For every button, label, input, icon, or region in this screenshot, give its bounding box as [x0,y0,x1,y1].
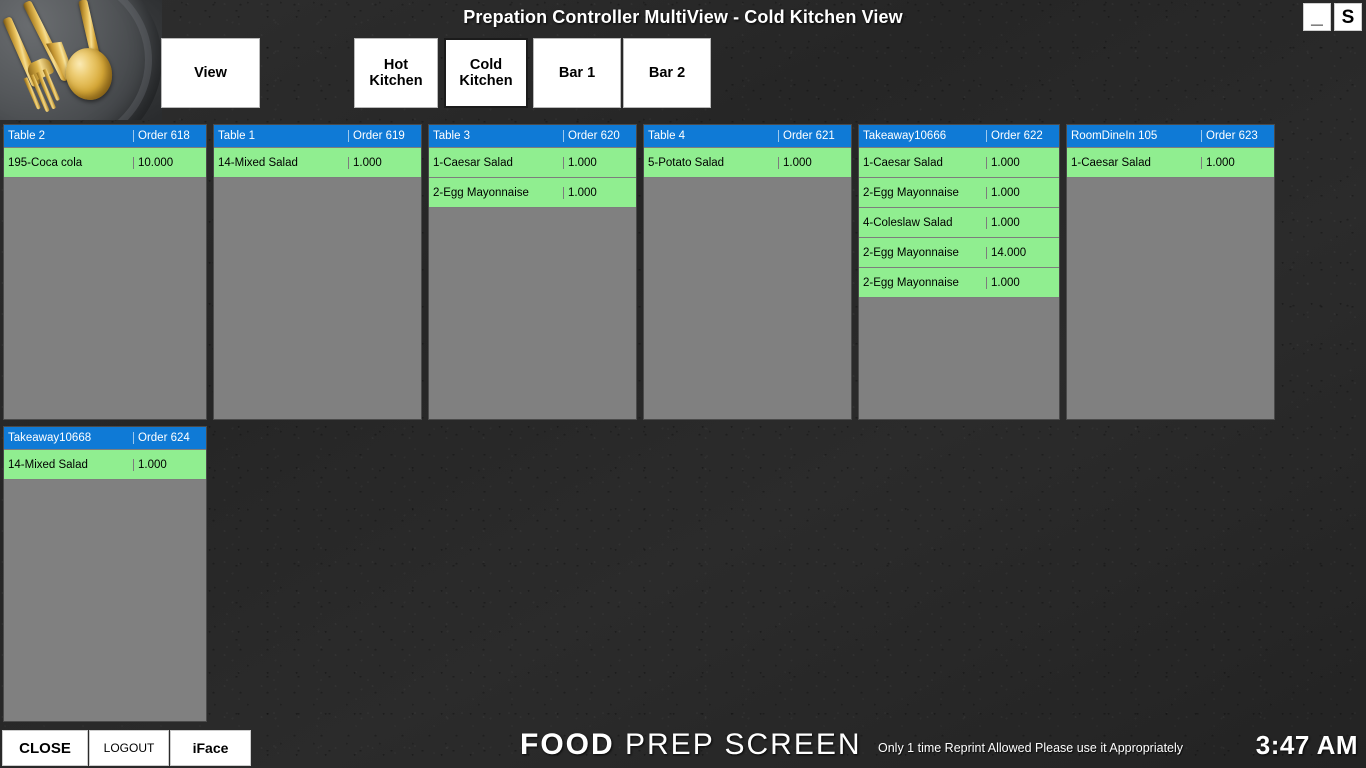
iface-button[interactable]: iFace [170,730,251,766]
order-item-qty: 1.000 [986,156,1059,169]
order-number-label: Order 623 [1201,130,1274,142]
order-card-filler [4,178,206,419]
order-number-label: Order 621 [778,130,851,142]
brand-light-text: PREP SCREEN [614,728,862,761]
order-item-row[interactable]: 4-Coleslaw Salad 1.000 [859,208,1059,238]
order-item-qty: 1.000 [986,276,1059,289]
order-card-grid: Table 2 Order 618 195-Coca cola 10.000 Table… [3,124,1363,722]
footer-bar: CLOSE LOGOUT iFace FOOD PREP SCREEN Only… [0,724,1366,768]
order-number-label: Order 624 [133,432,206,444]
order-number-label: Order 622 [986,130,1059,142]
logout-button[interactable]: LOGOUT [89,730,169,766]
order-number-label: Order 618 [133,130,206,142]
clock: 3:47 AM [1255,730,1358,760]
order-card[interactable]: Table 1 Order 619 14-Mixed Salad 1.000 [213,124,422,420]
order-item-row[interactable]: 5-Potato Salad 1.000 [644,148,851,178]
tab-bar-1[interactable]: Bar 1 [533,38,621,108]
tab-cold-kitchen[interactable]: Cold Kitchen [444,38,528,108]
order-card-header: Takeaway10668 Order 624 [4,427,206,450]
order-item-qty: 1.000 [778,156,851,169]
order-item-qty: 1.000 [133,458,206,471]
order-card[interactable]: RoomDineIn 105 Order 623 1-Caesar Salad 1.0… [1066,124,1275,420]
brand-strong-text: FOOD [520,728,615,761]
order-item-row[interactable]: 195-Coca cola 10.000 [4,148,206,178]
order-card-header: Table 3 Order 620 [429,125,636,148]
order-card-filler [429,208,636,419]
reprint-notice: Only 1 time Reprint Allowed Please use i… [878,741,1184,755]
order-item-qty: 10.000 [133,156,206,169]
order-item-name: 2-Egg Mayonnaise [433,186,529,199]
minimize-button[interactable]: _ [1303,3,1331,31]
order-table-label: Takeaway10666 [863,130,947,142]
order-item-name: 2-Egg Mayonnaise [863,276,959,289]
order-item-row[interactable]: 14-Mixed Salad 1.000 [214,148,421,178]
view-button[interactable]: View [161,38,260,108]
order-item-qty: 1.000 [986,186,1059,199]
order-card-filler [859,298,1059,419]
order-card[interactable]: Table 4 Order 621 5-Potato Salad 1.000 [643,124,852,420]
order-item-qty: 1.000 [1201,156,1274,169]
order-item-row[interactable]: 2-Egg Mayonnaise 14.000 [859,238,1059,268]
order-item-name: 5-Potato Salad [648,156,725,169]
order-item-row[interactable]: 2-Egg Mayonnaise 1.000 [859,178,1059,208]
order-item-row[interactable]: 14-Mixed Salad 1.000 [4,450,206,480]
order-item-qty: 1.000 [348,156,421,169]
order-item-name: 2-Egg Mayonnaise [863,246,959,259]
order-item-qty: 1.000 [563,186,636,199]
order-item-row[interactable]: 1-Caesar Salad 1.000 [429,148,636,178]
order-card-header: RoomDineIn 105 Order 623 [1067,125,1274,148]
settings-s-button[interactable]: S [1334,3,1362,31]
order-card-filler [644,178,851,419]
order-item-qty: 14.000 [986,246,1059,259]
order-item-name: 195-Coca cola [8,156,83,169]
order-table-label: Table 1 [218,130,256,142]
order-card[interactable]: Takeaway10666 Order 622 1-Caesar Salad 1.00… [858,124,1060,420]
order-item-row[interactable]: 2-Egg Mayonnaise 1.000 [429,178,636,208]
order-item-name: 14-Mixed Salad [8,458,88,471]
order-card[interactable]: Table 3 Order 620 1-Caesar Salad 1.000 2-Egg… [428,124,637,420]
order-item-row[interactable]: 1-Caesar Salad 1.000 [859,148,1059,178]
brand-wordmark: FOOD PREP SCREEN [520,728,862,762]
order-item-name: 14-Mixed Salad [218,156,298,169]
order-item-name: 4-Coleslaw Salad [863,216,953,229]
order-card-header: Table 1 Order 619 [214,125,421,148]
tab-bar-2[interactable]: Bar 2 [623,38,711,108]
order-table-label: Table 3 [433,130,471,142]
order-number-label: Order 619 [348,130,421,142]
order-card-header: Table 4 Order 621 [644,125,851,148]
order-item-row[interactable]: 2-Egg Mayonnaise 1.000 [859,268,1059,298]
page-title: Prepation Controller MultiView - Cold Ki… [463,7,903,27]
order-card-header: Takeaway10666 Order 622 [859,125,1059,148]
order-item-name: 1-Caesar Salad [1071,156,1151,169]
order-table-label: RoomDineIn 105 [1071,130,1158,142]
order-card-header: Table 2 Order 618 [4,125,206,148]
order-item-qty: 1.000 [563,156,636,169]
order-item-name: 2-Egg Mayonnaise [863,186,959,199]
order-card[interactable]: Table 2 Order 618 195-Coca cola 10.000 [3,124,207,420]
tab-hot-kitchen[interactable]: Hot Kitchen [354,38,438,108]
order-item-row[interactable]: 1-Caesar Salad 1.000 [1067,148,1274,178]
order-card-filler [4,480,206,721]
close-button[interactable]: CLOSE [2,730,88,766]
order-item-name: 1-Caesar Salad [433,156,513,169]
order-card[interactable]: Takeaway10668 Order 624 14-Mixed Salad 1.00… [3,426,207,722]
order-card-filler [214,178,421,419]
order-card-filler [1067,178,1274,419]
order-number-label: Order 620 [563,130,636,142]
order-table-label: Takeaway10668 [8,432,92,444]
order-table-label: Table 4 [648,130,686,142]
order-table-label: Table 2 [8,130,46,142]
order-item-name: 1-Caesar Salad [863,156,943,169]
order-item-qty: 1.000 [986,216,1059,229]
